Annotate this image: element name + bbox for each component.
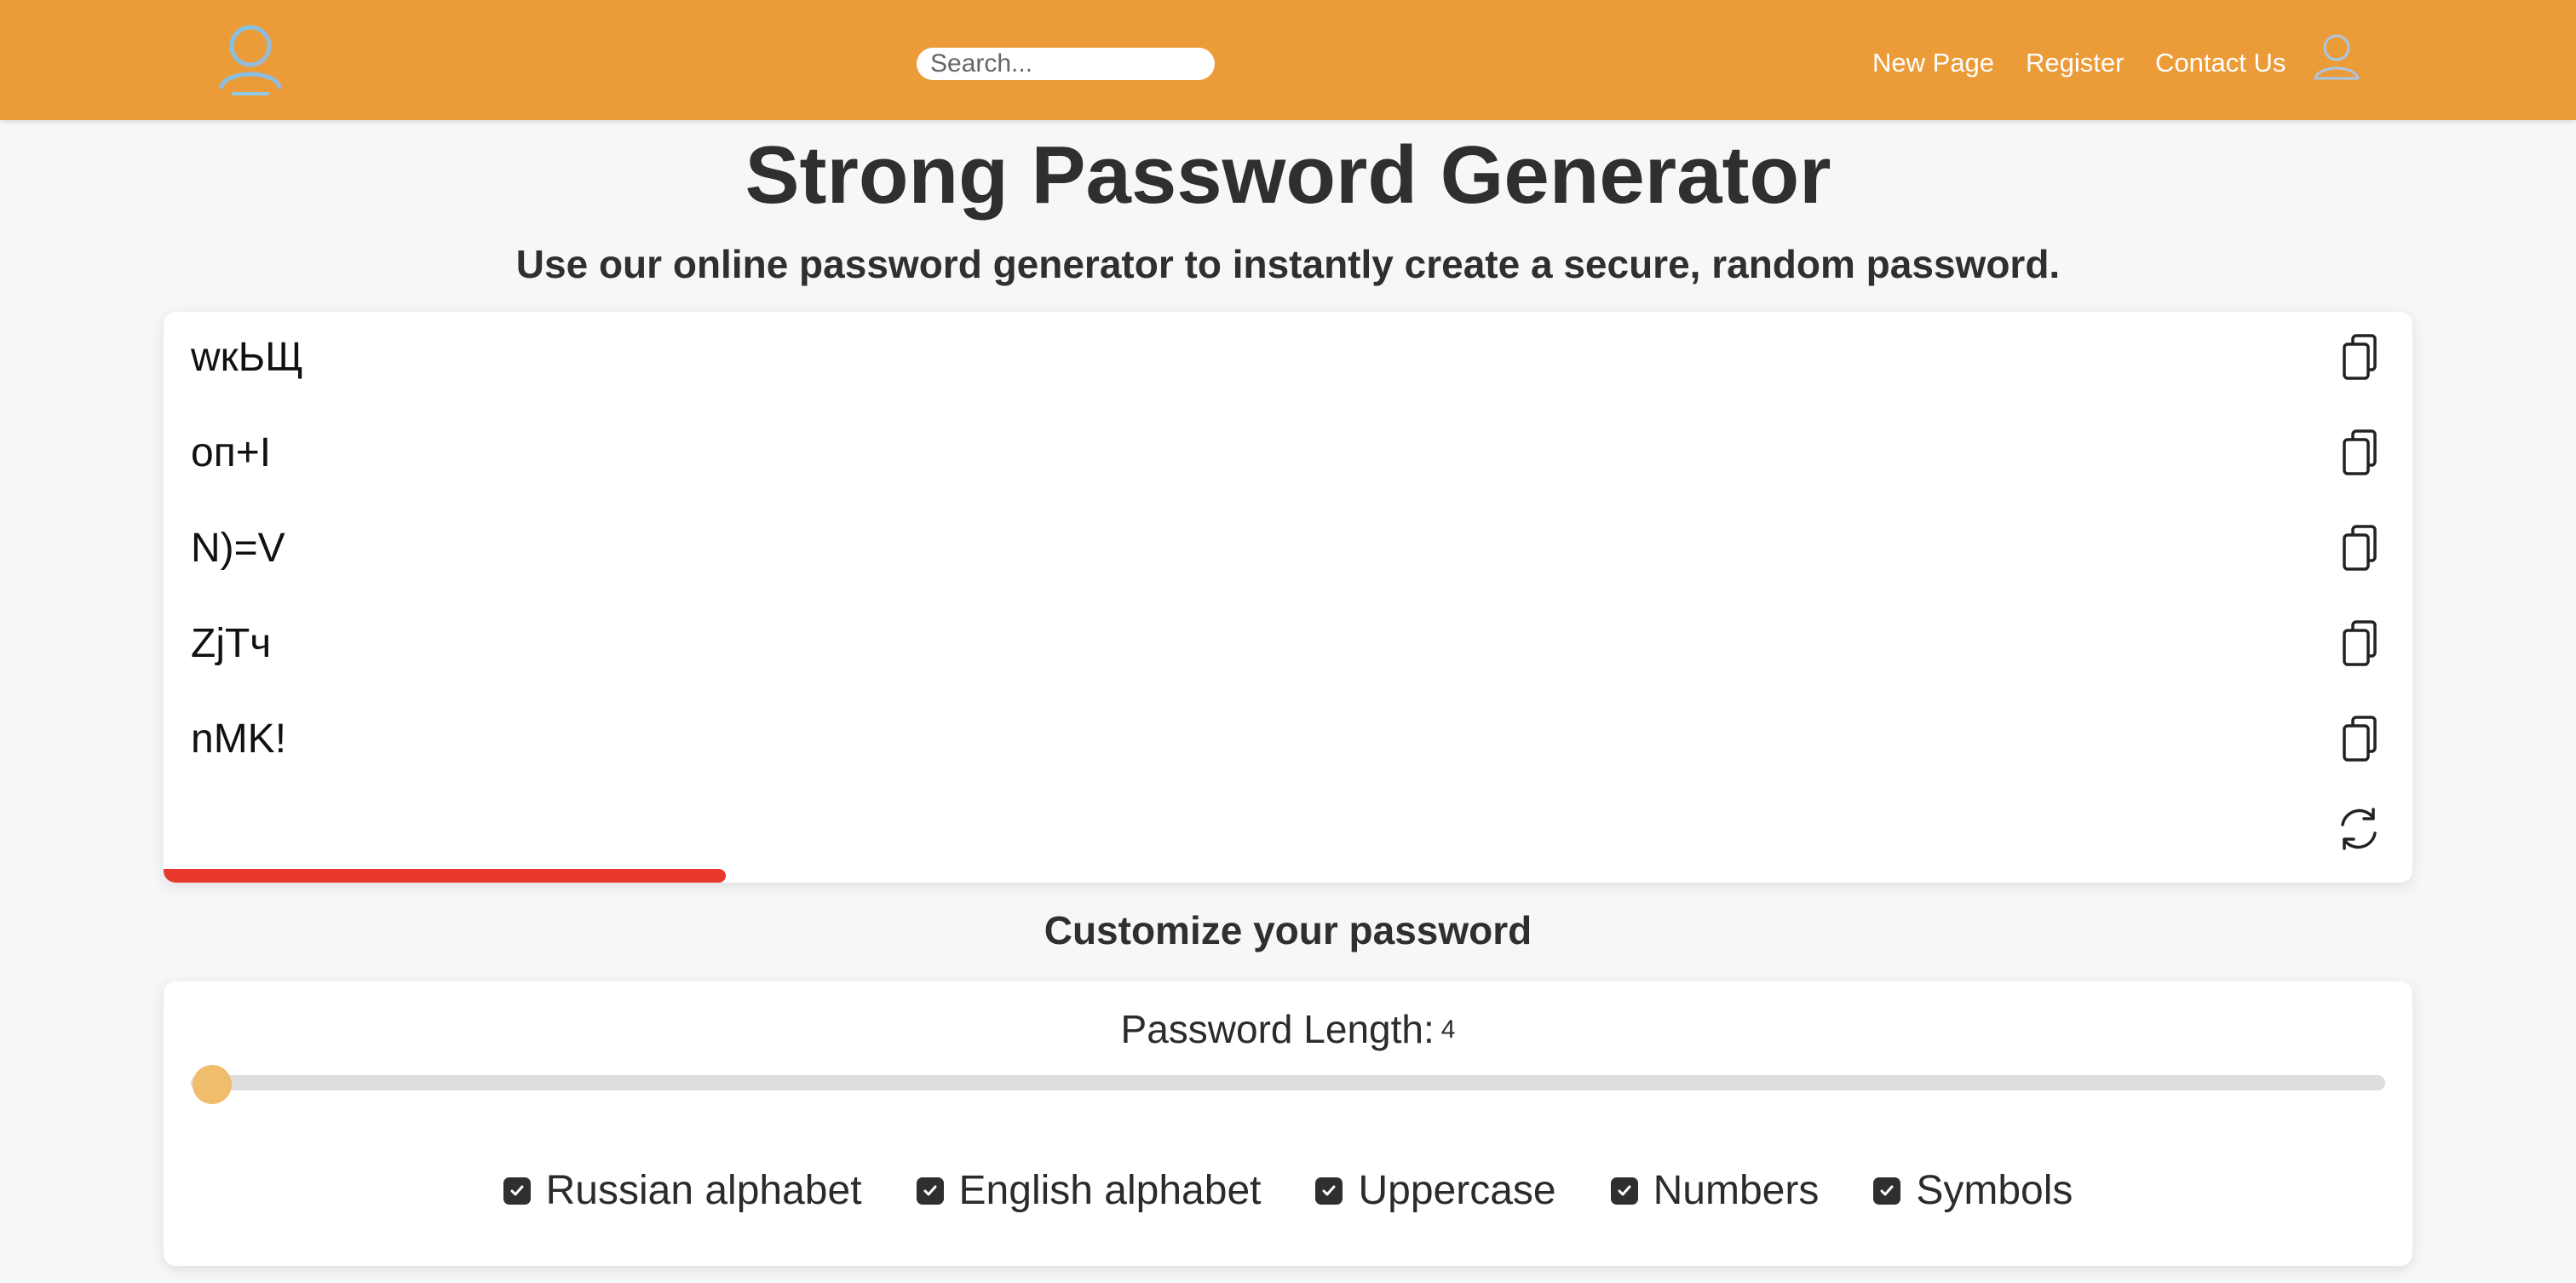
nav-register-link[interactable]: Register — [2026, 44, 2124, 82]
password-row: N)=V — [164, 503, 2412, 598]
password-length-label: Password Length: 4 — [164, 1002, 2412, 1057]
nav-new-page-link[interactable]: New Page — [1872, 44, 1994, 82]
refresh-icon — [2341, 808, 2377, 850]
copy-icon — [2343, 620, 2377, 666]
password-row: оп+I — [164, 407, 2412, 503]
copy-button[interactable] — [2337, 426, 2385, 480]
password-length-slider[interactable] — [191, 1075, 2385, 1090]
copy-icon — [2343, 429, 2377, 475]
password-row: wкЬЩ — [164, 312, 2412, 407]
option-uppercase[interactable]: Uppercase — [1315, 1164, 1556, 1218]
page-subtitle: Use our online password generator to ins… — [515, 242, 2061, 286]
password-row: ZjTч — [164, 598, 2412, 693]
customize-section-title: Customize your password — [1044, 908, 1532, 952]
option-numbers[interactable]: Numbers — [1610, 1164, 1820, 1218]
customize-card: Password Length: 4 Russian alphabet Engli… — [164, 981, 2412, 1266]
option-label: Numbers — [1653, 1168, 1820, 1213]
password-text[interactable]: ZjTч — [191, 617, 271, 671]
option-label: Uppercase — [1358, 1168, 1556, 1213]
copy-icon — [2343, 716, 2377, 762]
copy-button[interactable] — [2337, 331, 2385, 385]
checkbox-checked-icon[interactable] — [503, 1177, 531, 1205]
option-label: Russian alphabet — [545, 1168, 862, 1213]
option-symbols[interactable]: Symbols — [1873, 1164, 2073, 1218]
user-logo-icon[interactable] — [215, 20, 286, 99]
copy-icon — [2343, 334, 2377, 380]
page-title: Strong Password Generator — [745, 129, 1831, 221]
option-label: English alphabet — [958, 1168, 1262, 1213]
regenerate-button[interactable] — [2332, 803, 2385, 855]
checkbox-checked-icon[interactable] — [1873, 1177, 1901, 1205]
password-length-text: Password Length: — [1120, 1007, 1435, 1051]
search-input[interactable] — [917, 48, 1215, 80]
strength-meter-fill — [164, 869, 726, 883]
option-english-alphabet[interactable]: English alphabet — [916, 1164, 1262, 1218]
option-russian-alphabet[interactable]: Russian alphabet — [503, 1164, 862, 1218]
copy-icon — [2343, 525, 2377, 571]
checkbox-checked-icon[interactable] — [916, 1177, 944, 1205]
password-list-card: wкЬЩ оп+I N)=V ZjTч nMK! — [164, 312, 2412, 883]
option-label: Symbols — [1916, 1168, 2073, 1213]
password-length-value: 4 — [1440, 1015, 1456, 1044]
password-length-slider-thumb[interactable] — [193, 1065, 232, 1104]
checkbox-checked-icon[interactable] — [1610, 1177, 1638, 1205]
copy-button[interactable] — [2337, 521, 2385, 576]
copy-button[interactable] — [2337, 617, 2385, 671]
checkbox-checked-icon[interactable] — [1315, 1177, 1343, 1205]
strength-meter — [164, 869, 2412, 883]
user-account-icon[interactable] — [2312, 31, 2361, 83]
password-text[interactable]: wкЬЩ — [191, 331, 303, 385]
password-text[interactable]: N)=V — [191, 521, 285, 576]
copy-button[interactable] — [2337, 712, 2385, 767]
password-text[interactable]: оп+I — [191, 426, 271, 480]
character-options: Russian alphabet English alphabet Upperc… — [164, 1159, 2412, 1223]
nav-contact-us-link[interactable]: Contact Us — [2155, 44, 2286, 82]
password-text[interactable]: nMK! — [191, 712, 286, 767]
top-header: New Page Register Contact Us — [0, 0, 2576, 120]
password-row: nMK! — [164, 693, 2412, 789]
